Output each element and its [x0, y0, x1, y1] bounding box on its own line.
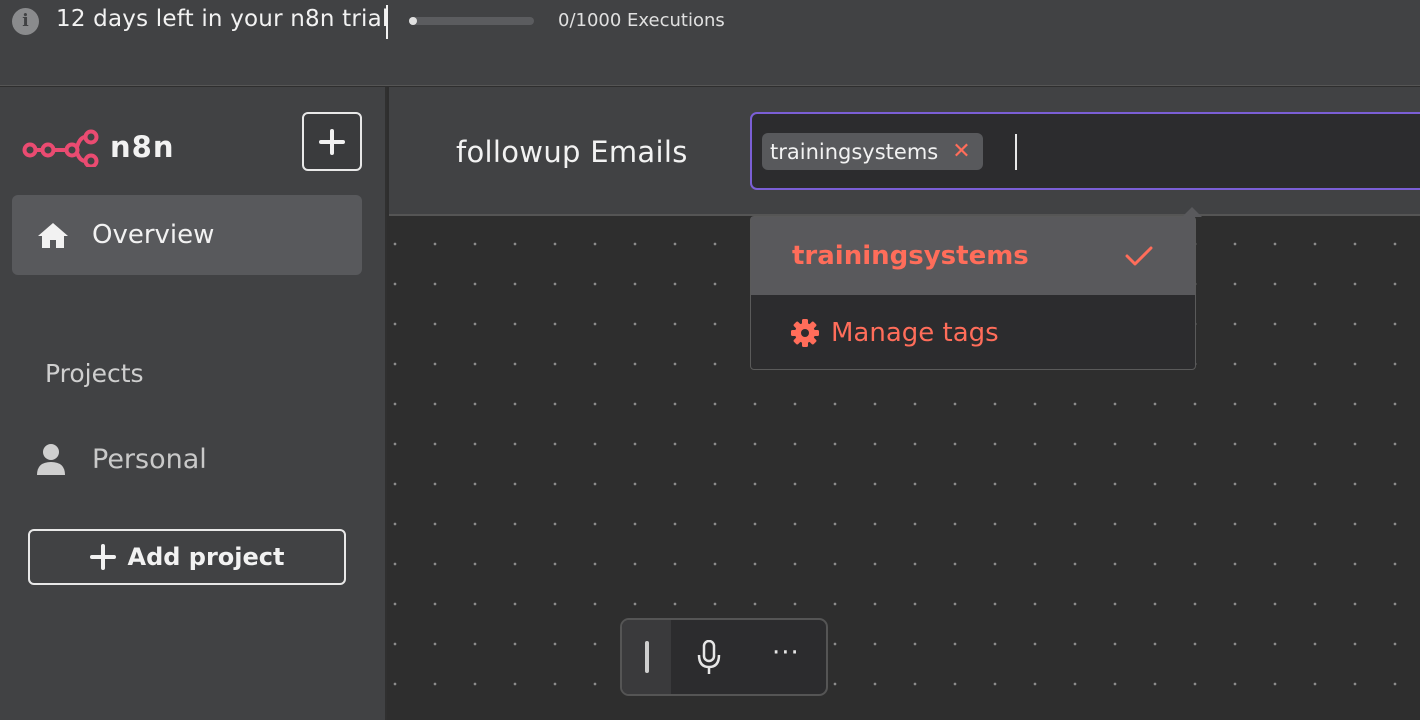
projects-heading: Projects [45, 359, 144, 388]
manage-tags-option[interactable]: Manage tags [751, 295, 1195, 370]
workflow-header: followup Emails trainingsystems ✕ [389, 87, 1420, 216]
dropdown-arrow [1182, 207, 1202, 217]
microphone-icon[interactable] [696, 640, 722, 676]
gear-icon [791, 318, 819, 347]
drag-handle[interactable] [622, 620, 671, 694]
banner-divider [386, 5, 388, 39]
more-icon[interactable]: ··· [772, 638, 800, 668]
manage-tags-label: Manage tags [831, 317, 999, 348]
add-project-label: Add project [127, 543, 285, 571]
check-icon [1125, 246, 1153, 266]
add-project-button[interactable]: Add project [28, 529, 346, 585]
house-icon [38, 223, 68, 248]
tags-dropdown: trainingsystems Manage tags [750, 207, 1202, 370]
executions-count-text: 0/1000 Executions [558, 10, 725, 31]
executions-progress-bar [409, 17, 534, 25]
sidebar-item-overview[interactable]: Overview [12, 195, 362, 275]
info-icon: i [12, 8, 39, 35]
sidebar-item-personal[interactable]: Personal [36, 442, 207, 476]
tag-chip: trainingsystems ✕ [762, 133, 983, 170]
n8n-logo[interactable]: n8n [22, 127, 174, 167]
tag-option-trainingsystems[interactable]: trainingsystems [751, 217, 1195, 295]
tag-chip-label: trainingsystems [770, 139, 939, 164]
drag-handle-bar [644, 641, 649, 673]
sidebar: n8n Overview Projects Personal Add proje… [0, 87, 387, 720]
create-new-button[interactable] [302, 112, 362, 171]
executions-progress-fill [409, 17, 417, 25]
logo-text: n8n [110, 130, 175, 164]
tag-option-label: trainingsystems [792, 241, 1029, 271]
remove-tag-icon[interactable]: ✕ [952, 140, 970, 163]
tags-input[interactable]: trainingsystems ✕ [750, 112, 1420, 190]
floating-toolbar: ··· [620, 618, 828, 696]
plus-icon [319, 128, 345, 155]
sidebar-item-label: Overview [92, 220, 215, 250]
plus-icon [89, 544, 116, 570]
user-icon [37, 444, 65, 475]
trial-days-left-text: 12 days left in your n8n trial [56, 6, 389, 32]
sidebar-item-label: Personal [92, 443, 207, 475]
n8n-logo-icon [22, 129, 99, 167]
trial-banner: i 12 days left in your n8n trial 0/1000 … [0, 0, 1420, 86]
text-caret [1015, 134, 1017, 170]
workflow-name[interactable]: followup Emails [456, 135, 688, 169]
